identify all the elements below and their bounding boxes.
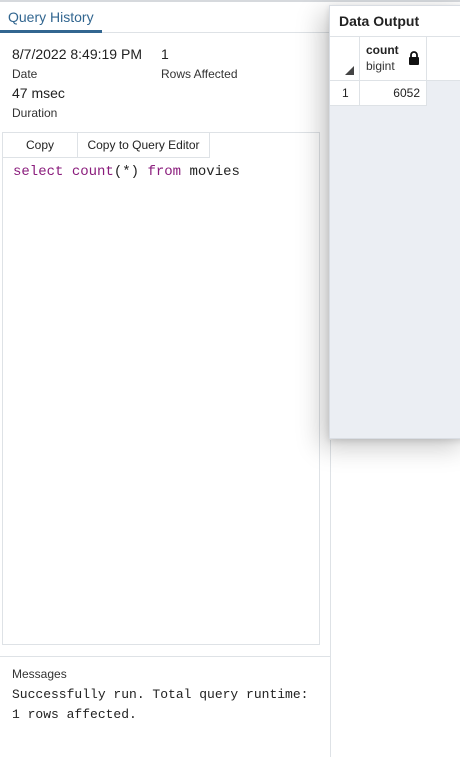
duration-value: 47 msec xyxy=(12,85,65,101)
rows-affected-value: 1 xyxy=(161,46,169,62)
messages-divider xyxy=(0,656,330,657)
history-date-label: Date xyxy=(12,67,38,81)
messages-line-1: Successfully run. Total query runtime: xyxy=(12,687,309,702)
select-all-triangle-icon xyxy=(345,66,354,75)
column-name: count xyxy=(366,43,399,57)
messages-line-2: 1 rows affected. xyxy=(12,707,137,722)
duration-label: Duration xyxy=(12,106,58,120)
data-output-header[interactable]: Data Output xyxy=(330,6,460,37)
sql-args: (*) xyxy=(113,164,140,180)
grid-select-all-corner[interactable] xyxy=(330,37,360,81)
sql-table-name: movies xyxy=(189,164,240,180)
messages-title: Messages xyxy=(12,667,67,681)
sql-keyword-select: select xyxy=(13,164,64,180)
tab-query-history[interactable]: Query History xyxy=(0,6,102,33)
history-tab-bar: Query History xyxy=(0,2,330,33)
column-type: bigint xyxy=(366,59,395,73)
column-header-count[interactable]: count bigint xyxy=(360,37,427,81)
data-output-title: Data Output xyxy=(339,13,420,29)
data-output-panel[interactable]: Data Output count bigint 1 6052 xyxy=(329,5,460,439)
grid-header-filler xyxy=(427,37,460,81)
copy-to-query-editor-button[interactable]: Copy to Query Editor xyxy=(77,133,210,158)
sql-keyword-from: from xyxy=(147,164,182,180)
panel-splitter[interactable] xyxy=(330,440,331,757)
copy-button[interactable]: Copy xyxy=(3,133,78,158)
row-number[interactable]: 1 xyxy=(330,81,360,106)
sql-function-count: count xyxy=(71,164,114,180)
messages-text: Successfully run. Total query runtime: 1… xyxy=(12,685,308,725)
result-cell-count[interactable]: 6052 xyxy=(360,81,427,106)
query-text-panel: Copy Copy to Query Editor select count(*… xyxy=(2,132,320,645)
data-output-grid: count bigint 1 6052 xyxy=(330,37,460,107)
lock-icon xyxy=(409,51,419,65)
history-date-value: 8/7/2022 8:49:19 PM xyxy=(12,46,142,62)
query-sql-text[interactable]: select count(*) from movies xyxy=(13,164,240,180)
rows-affected-label: Rows Affected xyxy=(161,67,238,81)
